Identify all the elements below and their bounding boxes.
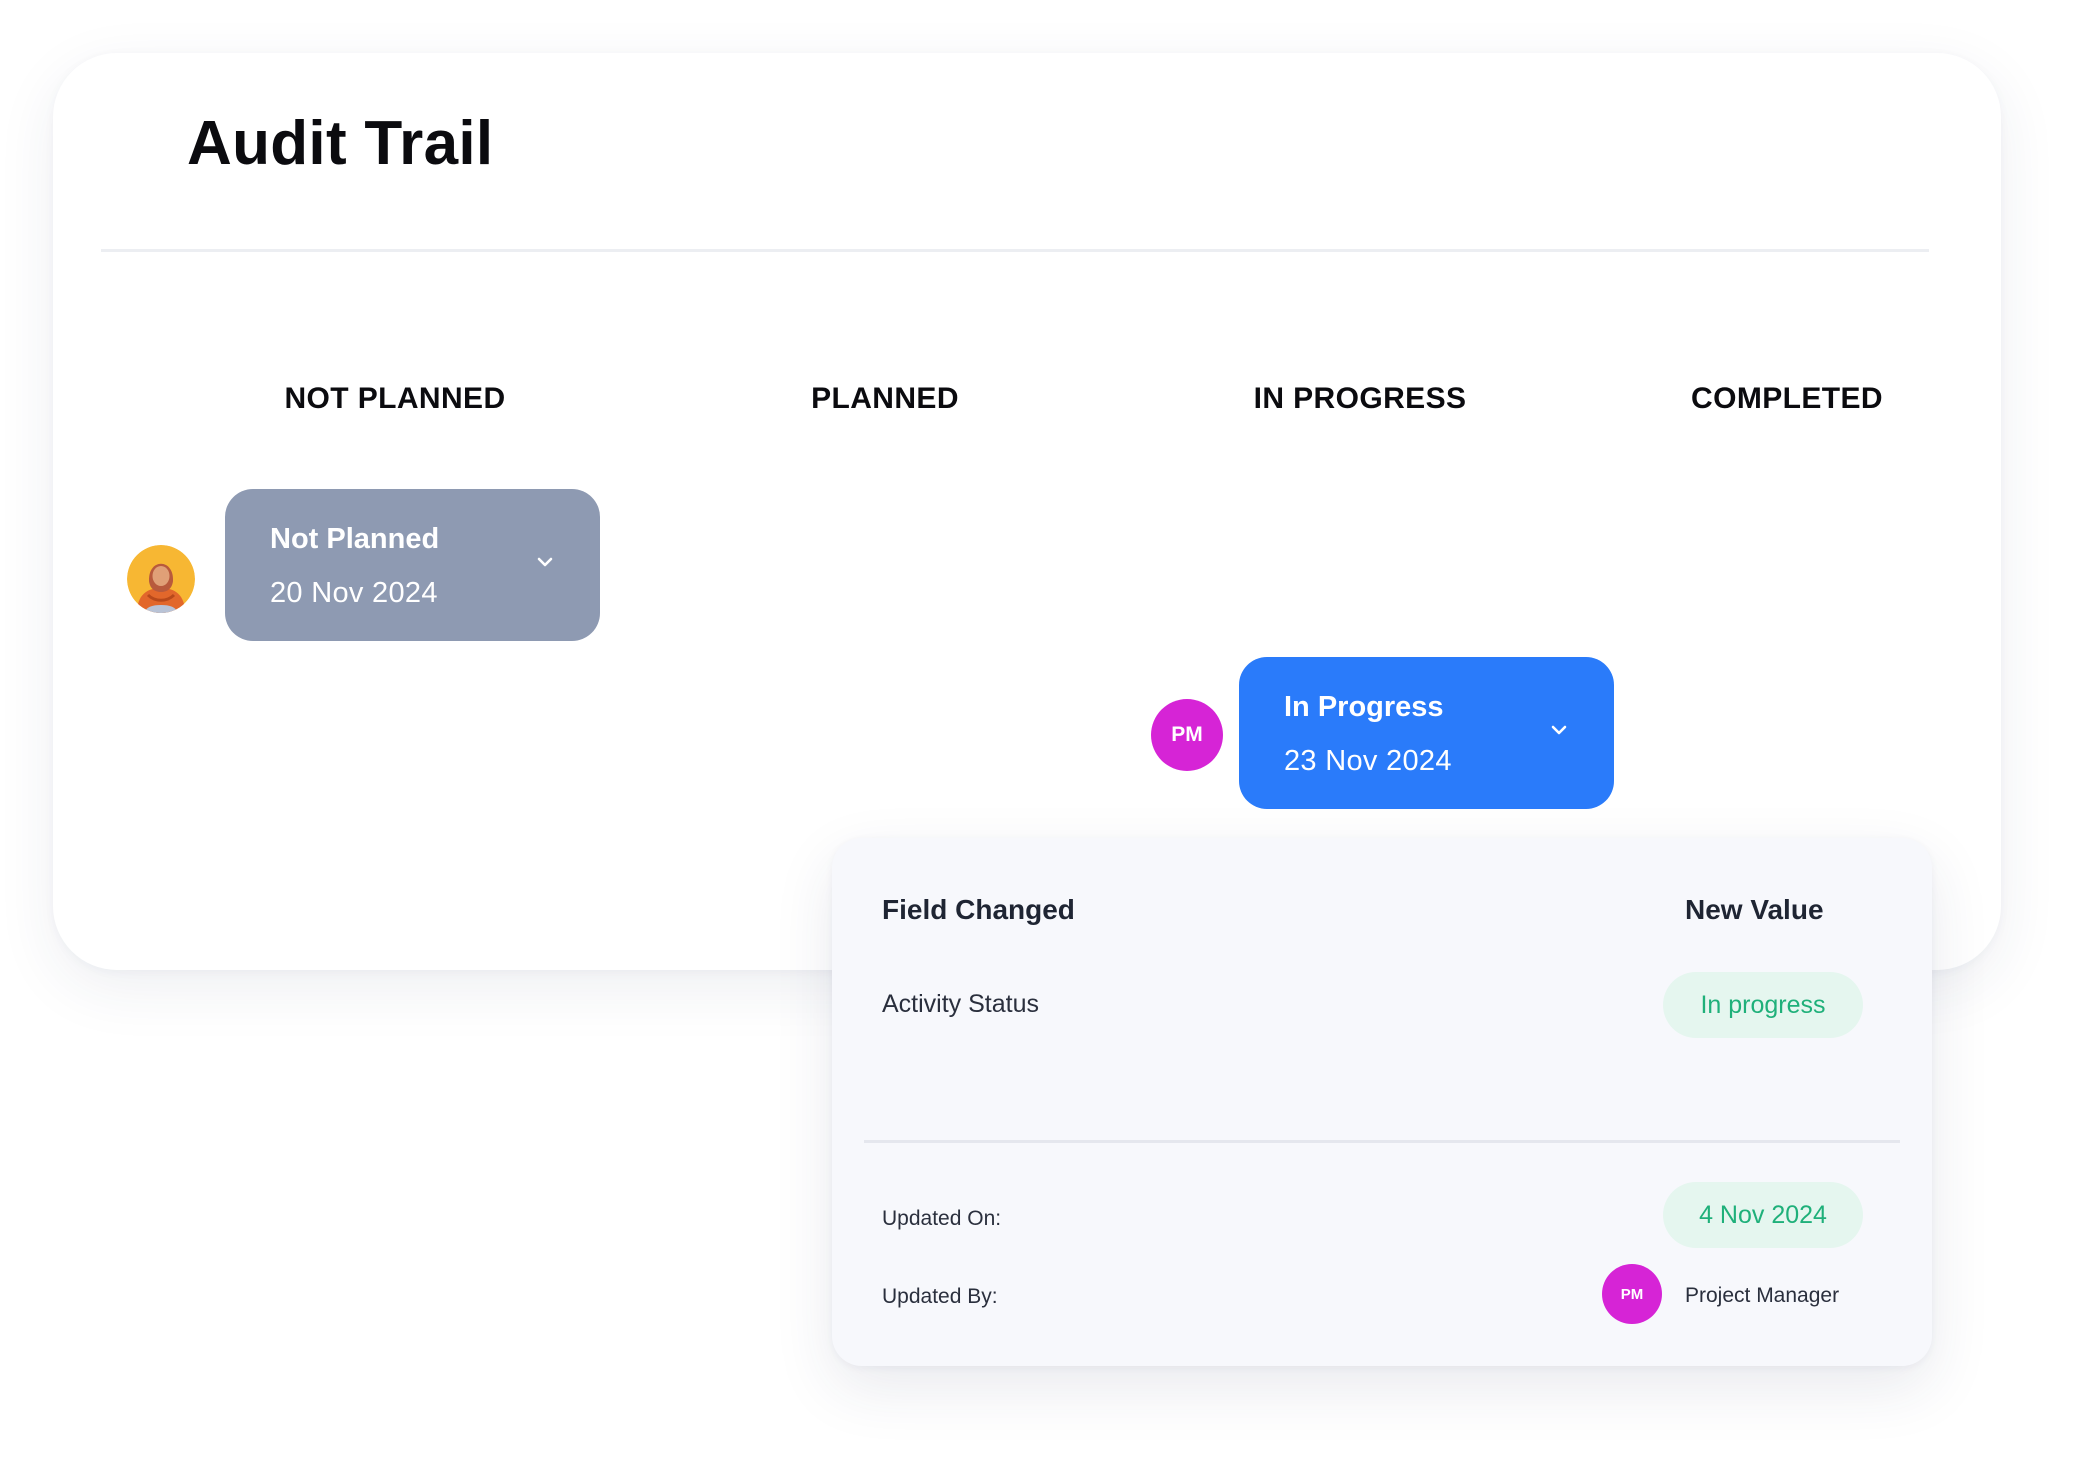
changed-field-name: Activity Status [882,990,1039,1018]
status-card-date: 23 Nov 2024 [1284,745,1452,777]
column-header-completed: COMPLETED [1691,382,1883,415]
user-avatar-photo [127,545,195,613]
chevron-up-icon[interactable] [1548,719,1570,741]
updater-name: Project Manager [1685,1284,1840,1307]
column-header-planned: PLANNED [811,382,959,415]
title-divider [101,249,1929,252]
user-photo-icon [127,545,195,613]
status-card-not-planned[interactable]: Not Planned 20 Nov 2024 [225,489,600,641]
updated-on-date-badge: 4 Nov 2024 [1663,1182,1863,1248]
status-card-title: In Progress [1284,691,1444,723]
page-title: Audit Trail [187,109,494,178]
user-avatar-initials: PM [1151,699,1223,771]
status-card-date: 20 Nov 2024 [270,577,438,609]
new-value-badge: In progress [1663,972,1863,1038]
chevron-down-icon[interactable] [534,551,556,573]
updated-on-label: Updated On: [882,1207,1002,1230]
field-changed-header: Field Changed [882,894,1075,925]
updater-avatar: PM [1602,1264,1662,1324]
updated-by-label: Updated By: [882,1285,998,1308]
status-card-in-progress[interactable]: In Progress 23 Nov 2024 [1239,657,1614,809]
column-header-in-progress: IN PROGRESS [1253,382,1467,415]
new-value-header: New Value [1685,894,1824,925]
panel-divider [864,1140,1900,1143]
status-card-title: Not Planned [270,523,440,555]
column-header-not-planned: NOT PLANNED [284,382,506,415]
change-detail-panel: Field Changed New Value Activity Status … [832,838,1932,1366]
